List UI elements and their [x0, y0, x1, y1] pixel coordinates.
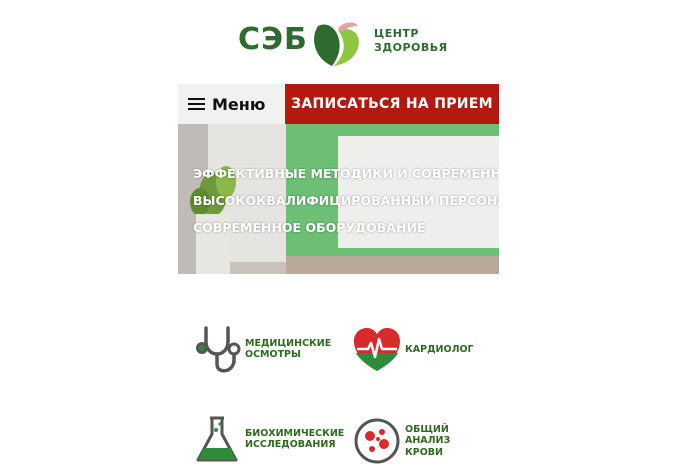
- stethoscope-icon: [196, 326, 241, 373]
- hamburger-icon: [188, 98, 205, 110]
- service-cardiologist[interactable]: КАРДИОЛОГ: [352, 325, 474, 375]
- logo-leaf-icon: [314, 22, 359, 66]
- service-medical-exams[interactable]: МЕДИЦИНСКИЕ ОСМОТРЫ: [192, 324, 331, 374]
- heart-pulse-icon: [354, 328, 400, 371]
- hero-line-3: СОВРЕМЕННОЕ ОБОРУДОВАНИЕ: [193, 220, 426, 235]
- hero-line-2: ВЫСОКОКВАЛИФИЦИРОВАННЫЙ ПЕРСОНАЛ: [193, 193, 499, 208]
- service-label-line2: ИССЛЕДОВАНИЯ: [245, 439, 336, 450]
- service-label: МЕДИЦИНСКИЕ ОСМОТРЫ: [245, 338, 331, 361]
- service-label-line1: МЕДИЦИНСКИЕ: [245, 337, 332, 349]
- logo[interactable]: СЭБ ЦЕНТР ЗДОРОВЬЯ: [238, 18, 448, 70]
- signup-button[interactable]: ЗАПИСАТЬСЯ НА ПРИЕМ: [285, 84, 499, 124]
- service-label-line2: ОСМОТРЫ: [245, 349, 301, 360]
- logo-subtitle: ЦЕНТР ЗДОРОВЬЯ: [374, 27, 448, 55]
- top-bar: Меню ЗАПИСАТЬСЯ НА ПРИЕМ: [178, 84, 499, 124]
- blood-cells-icon: [354, 418, 400, 464]
- menu-label: Меню: [212, 94, 266, 114]
- flask-icon: [196, 416, 238, 462]
- service-label: ОБЩИЙ АНАЛИЗ КРОВИ: [405, 424, 450, 459]
- service-biochemical[interactable]: БИОХИМИЧЕСКИЕ ИССЛЕДОВАНИЯ: [192, 414, 344, 464]
- service-blood-test[interactable]: ОБЩИЙ АНАЛИЗ КРОВИ: [352, 416, 450, 466]
- hero-text: ЭФФЕКТИВНЫЕ МЕТОДИКИ И СОВРЕМЕННЫЕ ВЫСОК…: [193, 160, 499, 241]
- service-label: БИОХИМИЧЕСКИЕ ИССЛЕДОВАНИЯ: [245, 428, 344, 451]
- service-label-line1: БИОХИМИЧЕСКИЕ: [245, 427, 345, 439]
- logo-subtitle-line1: ЦЕНТР: [374, 27, 419, 40]
- service-label-line1: КАРДИОЛОГ: [405, 344, 474, 356]
- service-label-line3: КРОВИ: [405, 446, 443, 458]
- logo-subtitle-line2: ЗДОРОВЬЯ: [374, 41, 448, 54]
- menu-button[interactable]: Меню: [178, 84, 285, 124]
- hero-banner: ЭФФЕКТИВНЫЕ МЕТОДИКИ И СОВРЕМЕННЫЕ ВЫСОК…: [178, 124, 499, 274]
- service-label-line1: ОБЩИЙ: [405, 423, 449, 435]
- logo-brand-text: СЭБ: [238, 22, 308, 57]
- service-label-line2: АНАЛИЗ: [405, 435, 451, 447]
- service-label: КАРДИОЛОГ: [405, 344, 474, 356]
- hero-line-1: ЭФФЕКТИВНЫЕ МЕТОДИКИ И СОВРЕМЕННЫЕ: [193, 166, 499, 181]
